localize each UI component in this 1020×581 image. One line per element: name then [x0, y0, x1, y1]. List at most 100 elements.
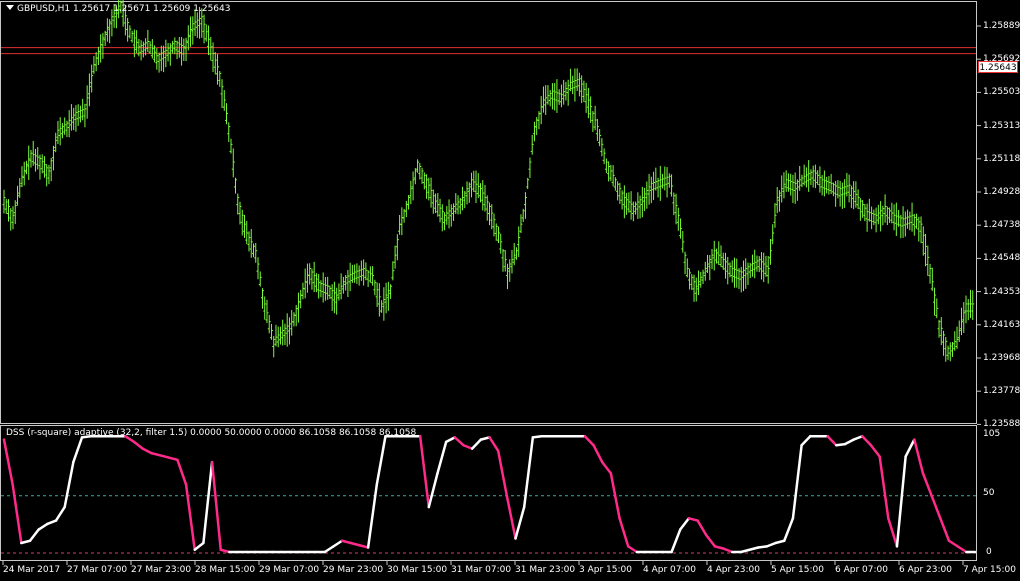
dss-segment [947, 539, 959, 548]
time-tick-label: 31 Mar 23:00 [515, 565, 576, 575]
time-tick-label: 6 Apr 07:00 [835, 565, 888, 575]
dss-segment [626, 545, 639, 554]
dss-segment [496, 449, 509, 498]
dss-segment [375, 434, 387, 486]
dss-segment [852, 434, 864, 441]
price-tick-label: 1.23588 [983, 419, 1020, 430]
price-tick-label: 1.25503 [983, 87, 1020, 98]
dss-segment [843, 438, 855, 446]
dss-segment [887, 517, 899, 548]
dss-segment [323, 545, 335, 554]
dss-segment [592, 443, 604, 464]
dss-segment [522, 436, 535, 509]
chart-title: GBPUSD,H1 1.25617 1.25671 1.25609 1.2564… [6, 4, 230, 14]
price-tick-label: 1.24163 [983, 319, 1020, 330]
indicator-title: DSS (r-square) adaptive (32,2, filter 1.… [6, 428, 417, 438]
indicator-tick-label: 50 [983, 488, 995, 498]
dss-segment [713, 545, 725, 550]
price-tick-label: 1.24738 [983, 220, 1020, 231]
price-tick-label: 1.25313 [983, 120, 1020, 131]
dss-segment [72, 436, 84, 464]
dss-segment [878, 455, 890, 520]
dss-segment [210, 460, 222, 552]
time-tick-label: 4 Apr 23:00 [707, 565, 760, 575]
dss-segment [904, 438, 916, 458]
dss-segment [141, 447, 153, 455]
dss-segment [358, 544, 370, 549]
time-tick-label: 5 Apr 15:00 [771, 565, 824, 575]
dss-segment [202, 460, 214, 545]
dss-segment [757, 545, 769, 549]
price-tick-label: 1.25692 [983, 54, 1020, 65]
dss-segment [687, 517, 699, 522]
time-tick-label: 3 Apr 15:00 [579, 565, 632, 575]
dss-segment [488, 436, 500, 453]
price-tick-label: 1.25889 [983, 21, 1020, 31]
dss-segment [826, 434, 838, 447]
price-tick-label: 1.23968 [983, 353, 1020, 363]
dss-segment [28, 528, 40, 543]
price-tick-label: 1.24548 [983, 253, 1020, 264]
dss-segment [696, 519, 708, 537]
dss-segment [739, 548, 751, 554]
dss-segment [783, 517, 795, 543]
dss-segment [704, 533, 717, 548]
dss-segment [193, 541, 205, 552]
time-tick-label: 31 Mar 07:00 [451, 565, 512, 575]
dss-segment [861, 434, 873, 447]
dss-segment [531, 434, 543, 439]
time-tick-label: 24 Mar 2017 [3, 565, 61, 575]
dss-segment [453, 436, 465, 447]
chart-canvas [1, 0, 981, 565]
dss-segment [835, 442, 847, 447]
dss-segment [800, 434, 812, 447]
dss-segment [956, 545, 968, 554]
dss-segment [930, 494, 942, 520]
dss-segment [913, 438, 925, 475]
dss-segment [869, 443, 881, 458]
dss-segment [46, 519, 58, 526]
dss-segment [54, 505, 66, 522]
dss-segment [895, 455, 907, 548]
dss-segment [470, 438, 483, 450]
dss-segment [63, 460, 75, 509]
dss-segment [774, 539, 786, 545]
dss-segment [167, 456, 179, 462]
dss-segment [349, 541, 361, 547]
dss-segment [514, 505, 526, 540]
time-tick-label: 6 Apr 23:00 [899, 565, 952, 575]
price-tick-label: 1.24928 [983, 187, 1020, 197]
time-tick-label: 29 Mar 07:00 [259, 565, 320, 575]
price-tick-label: 1.25118 [983, 153, 1020, 164]
time-tick-label: 4 Apr 07:00 [643, 565, 696, 575]
dss-segment [765, 541, 777, 548]
indicator-tick-label: 105 [983, 429, 1001, 439]
dss-segment [939, 517, 951, 543]
dss-segment [132, 440, 144, 450]
dss-segment [678, 517, 691, 531]
dss-segment [462, 443, 474, 450]
dss-segment [748, 546, 760, 552]
dss-segment [609, 472, 621, 520]
dss-segment [176, 458, 188, 486]
time-tick-label: 28 Mar 15:00 [195, 565, 256, 575]
time-tick-label: 7 Apr 15:00 [963, 565, 1016, 575]
dss-segment [600, 460, 613, 475]
dss-segment [366, 483, 379, 549]
dss-segment [444, 436, 457, 444]
price-tick-label: 1.23778 [983, 386, 1020, 397]
chart-title-text: GBPUSD,H1 1.25617 1.25671 1.25609 1.2564… [17, 4, 231, 14]
time-tick-label: 30 Mar 15:00 [387, 565, 448, 575]
dss-segment [436, 440, 448, 475]
dss-segment [791, 443, 803, 520]
price-tick-label: 1.24353 [983, 286, 1020, 297]
dss-segment [20, 539, 32, 545]
dss-segment [505, 494, 517, 540]
dss-segment [158, 454, 170, 459]
time-tick-label: 27 Mar 23:00 [131, 565, 192, 575]
dss-segment [427, 472, 439, 509]
dropdown-triangle-icon[interactable] [6, 5, 14, 10]
dss-segment [340, 539, 353, 545]
dss-segment [184, 483, 196, 552]
dss-segment [921, 472, 933, 498]
